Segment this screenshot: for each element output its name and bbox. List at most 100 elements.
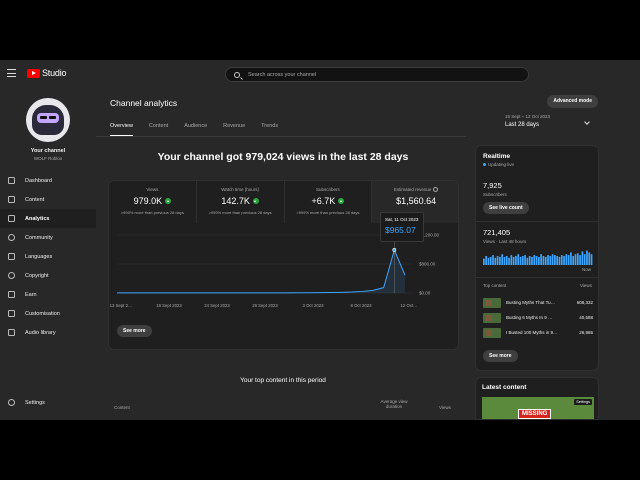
tab-audience[interactable]: Audience — [184, 123, 207, 136]
realtime-bar — [517, 254, 520, 265]
sidebar-item-copyright[interactable]: Copyright — [0, 266, 96, 285]
sidebar-item-earn[interactable]: Earn — [0, 285, 96, 304]
realtime-subscribers-value: 7,925 — [483, 181, 502, 190]
sidebar-item-customisation[interactable]: Customisation — [0, 304, 96, 323]
divider — [476, 221, 600, 222]
sidebar-item-community[interactable]: Community — [0, 228, 96, 247]
menu-icon[interactable] — [7, 69, 16, 77]
dashboard-icon — [8, 177, 15, 184]
realtime-bar — [556, 256, 559, 265]
sidebar-item-settings[interactable]: Settings — [0, 393, 96, 412]
chevron-down-icon — [584, 119, 590, 125]
metric-change: >999% more than previous 28 days — [296, 210, 360, 215]
metric-views[interactable]: Views 979.0K >999% more than previous 28… — [109, 181, 197, 223]
realtime-bar — [583, 254, 586, 265]
realtime-bar — [531, 256, 533, 265]
sidebar-settings: Settings — [0, 393, 96, 412]
sidebar-item-audio-library[interactable]: Audio library — [0, 323, 96, 342]
live-dot-icon — [483, 163, 486, 166]
realtime-bar — [554, 255, 556, 265]
metric-label: Views — [146, 187, 159, 192]
content-icon — [8, 196, 15, 203]
sidebar-item-label: Settings — [25, 399, 45, 406]
realtime-bar — [485, 256, 487, 265]
sidebar: Your channel WOLF Roblox Dashboard Conte… — [0, 88, 96, 420]
advanced-mode-button[interactable]: Advanced mode — [547, 95, 598, 108]
video-thumbnail — [483, 327, 501, 338]
column-header-average-view-duration: Average view duration — [380, 399, 408, 409]
metric-subscribers[interactable]: Subscribers +6.7K >999% more than previo… — [285, 181, 373, 223]
studio-logo[interactable]: Studio — [27, 68, 67, 78]
earn-icon — [8, 291, 15, 298]
metric-label: Subscribers — [315, 187, 340, 192]
video-views: 608,332 — [576, 300, 593, 305]
channel-avatar[interactable] — [26, 98, 70, 142]
date-range-picker[interactable]: 15 Sept – 12 Oct 2023 Last 28 days — [505, 114, 590, 128]
video-thumbnail — [483, 297, 501, 308]
realtime-bar — [551, 254, 554, 265]
x-tick-label: 3 Oct 2023 — [302, 303, 324, 308]
languages-icon — [8, 253, 15, 260]
metric-change: >999% more than previous 28 days — [208, 210, 272, 215]
info-icon[interactable] — [433, 187, 439, 193]
tabs-divider — [96, 136, 466, 137]
tab-content[interactable]: Content — [149, 123, 168, 136]
list-item[interactable]: Busting 6 Myths In 9 … 40,588 — [483, 312, 593, 323]
copyright-icon — [8, 272, 15, 279]
series-line — [117, 248, 406, 294]
metric-watch-time[interactable]: Watch time (hours) 142.7K >999% more tha… — [197, 181, 285, 223]
metric-change: >999% more than previous 28 days — [120, 210, 184, 215]
realtime-bar — [579, 255, 581, 265]
realtime-subscribers-label: Subscribers — [483, 192, 507, 197]
realtime-bar — [492, 255, 494, 265]
column-header-content: Content — [114, 405, 130, 410]
realtime-bar — [489, 256, 492, 265]
realtime-bar — [588, 252, 591, 265]
realtime-bar — [512, 256, 515, 265]
studio-app: Studio Search across your channel Your c… — [0, 60, 640, 420]
search-input[interactable]: Search across your channel — [225, 67, 529, 82]
settings-badge[interactable]: Settings — [574, 399, 592, 405]
realtime-bar — [528, 256, 531, 265]
realtime-bar — [576, 253, 579, 265]
tab-revenue[interactable]: Revenue — [223, 123, 245, 136]
sidebar-item-analytics[interactable]: Analytics — [0, 209, 96, 228]
sidebar-item-content[interactable]: Content — [0, 190, 96, 209]
sidebar-item-label: Content — [25, 196, 45, 203]
see-live-count-button[interactable]: See live count — [483, 202, 529, 214]
date-range-dates: 15 Sept – 12 Oct 2023 — [505, 114, 551, 119]
realtime-bar — [560, 255, 563, 265]
sidebar-item-languages[interactable]: Languages — [0, 247, 96, 266]
list-item[interactable]: Busting Myths That Tu… 608,332 — [483, 297, 593, 308]
chart-tooltip: Sat, 11 Oct 2023 $965.07 — [380, 212, 424, 242]
latest-video-thumbnail[interactable]: MISSING Settings — [482, 397, 594, 419]
sidebar-item-label: Dashboard — [25, 177, 52, 184]
realtime-bar — [563, 256, 565, 265]
realtime-bar — [542, 256, 545, 265]
x-tick-label: 13 Sept 2… — [110, 303, 133, 308]
realtime-bar — [574, 254, 577, 265]
tab-overview[interactable]: Overview — [110, 123, 133, 136]
main-content: Channel analytics Advanced mode Overview… — [96, 88, 640, 420]
metric-value: 142.7K — [221, 196, 250, 206]
sidebar-nav: Dashboard Content Analytics Community La… — [0, 171, 96, 342]
realtime-bar — [544, 256, 547, 265]
x-tick-label: 8 Oct 2023 — [350, 303, 372, 308]
sidebar-item-label: Analytics — [25, 215, 50, 222]
realtime-bar — [581, 251, 584, 265]
tab-trends[interactable]: Trends — [261, 123, 278, 136]
top-content-table-header: Content Average view duration Views — [108, 399, 459, 413]
list-item[interactable]: I Busted 100 Myths in 9… 26,965 — [483, 327, 593, 338]
see-more-button[interactable]: See more — [117, 325, 152, 337]
divider — [476, 277, 600, 278]
sidebar-item-label: Customisation — [25, 310, 60, 317]
see-more-button[interactable]: See more — [483, 350, 518, 362]
realtime-views-bar-chart[interactable] — [483, 247, 593, 265]
column-header-views: Views — [439, 405, 451, 410]
sidebar-item-dashboard[interactable]: Dashboard — [0, 171, 96, 190]
realtime-bar — [521, 256, 524, 265]
realtime-bar — [538, 256, 540, 265]
sidebar-item-label: Audio library — [25, 329, 56, 336]
search-placeholder: Search across your channel — [248, 71, 317, 78]
views-header: Views — [580, 283, 592, 288]
